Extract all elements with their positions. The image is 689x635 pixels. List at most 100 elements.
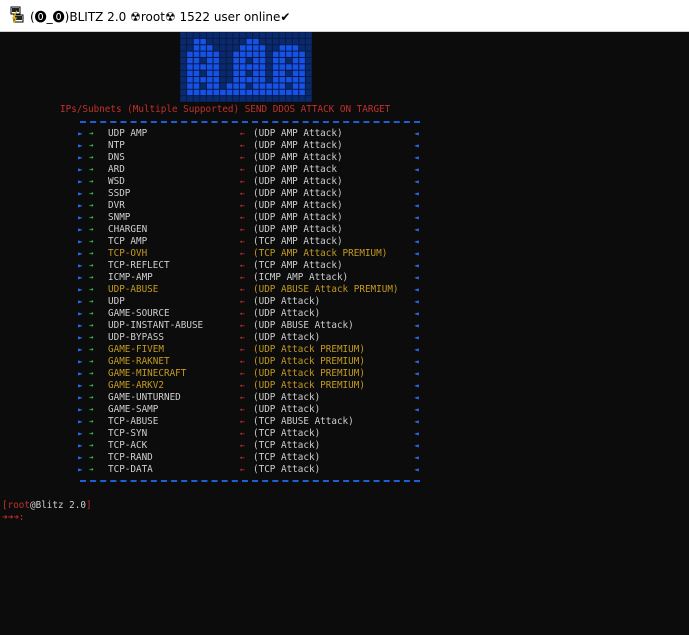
arrow-right-blue-icon: ►: [78, 225, 83, 234]
logo-pixel: [272, 64, 279, 70]
logo-pixel: [292, 32, 299, 38]
arrow-left-blue-icon: ◄: [414, 453, 419, 462]
arrow-right-green-icon: ➔: [89, 369, 94, 378]
terminal-output[interactable]: IPs/Subnets (Multiple Supported) SEND DD…: [0, 32, 689, 635]
method-description: (TCP ABUSE Attack): [253, 416, 354, 427]
arrow-right-green-icon: ➔: [89, 429, 94, 438]
logo-pixel: [220, 45, 226, 51]
method-description: (UDP AMP Attack): [253, 128, 343, 139]
method-row: ► ➔ NTP ← (UDP AMP Attack) ◄: [0, 140, 430, 152]
method-name: ICMP-AMP: [108, 272, 153, 283]
arrow-left-red-icon: ←: [240, 381, 245, 390]
prompt-host: @Blitz 2.0: [30, 500, 86, 511]
method-row: ► ➔ TCP-REFLECT ← (TCP AMP Attack) ◄: [0, 260, 430, 272]
arrow-right-blue-icon: ►: [78, 441, 83, 450]
menu-border-top: [80, 121, 420, 123]
logo-pixel: [200, 45, 206, 51]
method-row: ► ➔ GAME-SAMP ← (UDP Attack) ◄: [0, 404, 430, 416]
method-description: (UDP Attack PREMIUM): [253, 368, 365, 379]
logo-pixel: [193, 57, 200, 64]
logo-pixel: [299, 77, 305, 83]
logo-pixel: [206, 51, 213, 57]
method-name: TCP-ABUSE: [108, 416, 159, 427]
method-name: ARD: [108, 164, 125, 175]
method-description: (UDP AMP Attack): [253, 176, 343, 187]
logo-pixel: [299, 83, 305, 89]
logo-pixel: [292, 70, 299, 77]
logo-pixel: [305, 32, 312, 38]
method-row: ► ➔ TCP-ABUSE ← (TCP ABUSE Attack) ◄: [0, 416, 430, 428]
arrow-right-green-icon: ➔: [89, 417, 94, 426]
logo-pixel: [206, 57, 213, 64]
logo-pixel: [259, 70, 266, 77]
logo-pixel: [206, 45, 213, 51]
arrow-left-red-icon: ←: [240, 189, 245, 198]
method-description: (UDP ABUSE Attack PREMIUM): [253, 284, 399, 295]
logo-pixel: [193, 51, 200, 57]
method-name: GAME-FIVEM: [108, 344, 164, 355]
logo-pixel: [200, 89, 206, 96]
logo-pixel: [239, 38, 246, 45]
logo-pixel: [213, 77, 220, 83]
arrow-left-red-icon: ←: [240, 309, 245, 318]
logo-pixel: [193, 89, 200, 96]
arrow-right-blue-icon: ►: [78, 129, 83, 138]
arrow-right-green-icon: ➔: [89, 153, 94, 162]
logo-pixel: [279, 89, 286, 96]
method-name: TCP-SYN: [108, 428, 148, 439]
logo-pixel: [187, 32, 193, 38]
method-row: ► ➔ DNS ← (UDP AMP Attack) ◄: [0, 152, 430, 164]
logo-pixel: [220, 38, 226, 45]
logo-pixel: [253, 89, 259, 96]
method-row: ► ➔ TCP-SYN ← (TCP Attack) ◄: [0, 428, 430, 440]
arrow-left-red-icon: ←: [240, 321, 245, 330]
logo-pixel: [272, 57, 279, 64]
logo-pixel: [253, 64, 259, 70]
arrow-right-green-icon: ➔: [89, 357, 94, 366]
logo-pixel: [187, 96, 193, 102]
logo-pixel: [266, 89, 272, 96]
arrow-right-blue-icon: ►: [78, 177, 83, 186]
arrow-right-blue-icon: ►: [78, 285, 83, 294]
arrow-left-red-icon: ←: [240, 357, 245, 366]
method-description: (UDP Attack): [253, 404, 321, 415]
logo-pixel: [180, 64, 187, 70]
command-input[interactable]: ➜➜➜:: [2, 512, 24, 524]
method-description: (UDP AMP Attack: [253, 164, 337, 175]
arrow-left-blue-icon: ◄: [414, 333, 419, 342]
logo-pixel: [213, 45, 220, 51]
logo-pixel: [220, 64, 226, 70]
logo-pixel: [180, 51, 187, 57]
terminal-app-icon[interactable]: [9, 6, 25, 24]
method-description: (UDP AMP Attack): [253, 188, 343, 199]
logo-pixel: [266, 83, 272, 89]
method-name: TCP-ACK: [108, 440, 148, 451]
method-row: ► ➔ GAME-MINECRAFT ← (UDP Attack PREMIUM) ◄: [0, 368, 430, 380]
logo-pixel: [299, 89, 305, 96]
method-description: (UDP AMP Attack): [253, 224, 343, 235]
logo-pixel: [180, 83, 187, 89]
logo-pixel: [233, 70, 239, 77]
logo-pixel: [233, 83, 239, 89]
title-bar[interactable]: (⓿_⓿)BLITZ 2.0 ☢root☢ 1522 user online✔: [0, 0, 689, 32]
logo-pixel: [193, 32, 200, 38]
logo-pixel: [246, 32, 253, 38]
logo-pixel: [305, 83, 312, 89]
arrow-right-green-icon: ➔: [89, 261, 94, 270]
method-name: NTP: [108, 140, 125, 151]
arrow-right-green-icon: ➔: [89, 405, 94, 414]
arrow-left-red-icon: ←: [240, 213, 245, 222]
logo-pixel: [253, 70, 259, 77]
logo-pixel: [279, 70, 286, 77]
logo-pixel: [239, 51, 246, 57]
arrow-right-blue-icon: ►: [78, 453, 83, 462]
arrow-left-blue-icon: ◄: [414, 321, 419, 330]
logo-pixel: [226, 83, 233, 89]
method-row: ► ➔ TCP-DATA ← (TCP Attack) ◄: [0, 464, 430, 476]
logo-pixel: [193, 45, 200, 51]
logo-pixel: [239, 45, 246, 51]
arrow-right-blue-icon: ►: [78, 141, 83, 150]
logo-pixel: [246, 38, 253, 45]
logo-pixel: [226, 32, 233, 38]
arrow-right-green-icon: ➔: [89, 225, 94, 234]
